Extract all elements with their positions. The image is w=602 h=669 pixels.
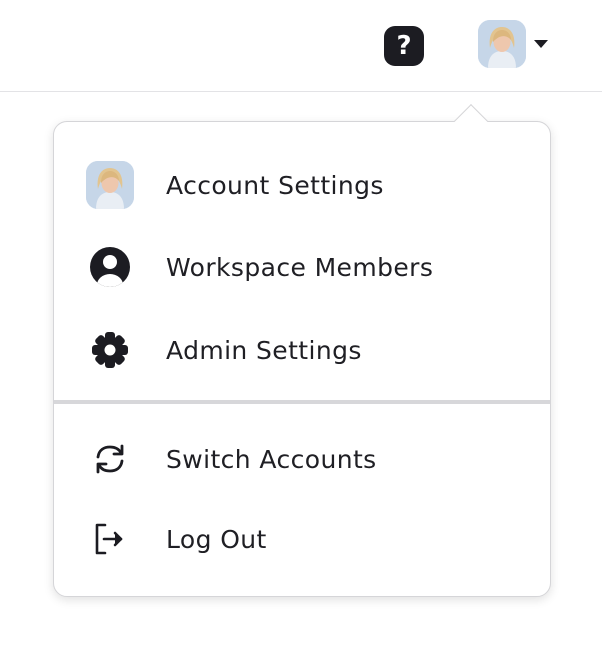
menu-item-label: Workspace Members <box>166 252 434 282</box>
person-circle-icon <box>86 243 134 291</box>
gear-icon <box>86 326 134 374</box>
help-button[interactable]: ? <box>384 26 424 66</box>
refresh-arrows-icon <box>86 435 134 483</box>
avatar <box>478 20 526 68</box>
menu-pointer <box>454 104 488 138</box>
menu-item-label: Log Out <box>166 524 267 554</box>
log-out-icon <box>86 515 134 563</box>
menu-divider <box>54 400 550 404</box>
menu-item-label: Switch Accounts <box>166 444 377 474</box>
top-bar: ? <box>0 0 602 92</box>
caret-down-icon <box>534 40 548 48</box>
menu-item-label: Account Settings <box>166 170 384 200</box>
menu-item-log-out[interactable]: Log Out <box>54 503 550 575</box>
account-avatar-icon <box>86 161 134 209</box>
question-mark-icon: ? <box>396 31 412 61</box>
account-dropdown-menu: Account Settings Workspace Members Admin… <box>53 104 551 597</box>
menu-item-label: Admin Settings <box>166 335 362 365</box>
menu-item-switch-accounts[interactable]: Switch Accounts <box>54 423 550 495</box>
menu-item-admin-settings[interactable]: Admin Settings <box>54 314 550 386</box>
menu-item-account-settings[interactable]: Account Settings <box>54 149 550 221</box>
account-menu-toggle[interactable] <box>478 20 548 68</box>
menu-item-workspace-members[interactable]: Workspace Members <box>54 231 550 303</box>
